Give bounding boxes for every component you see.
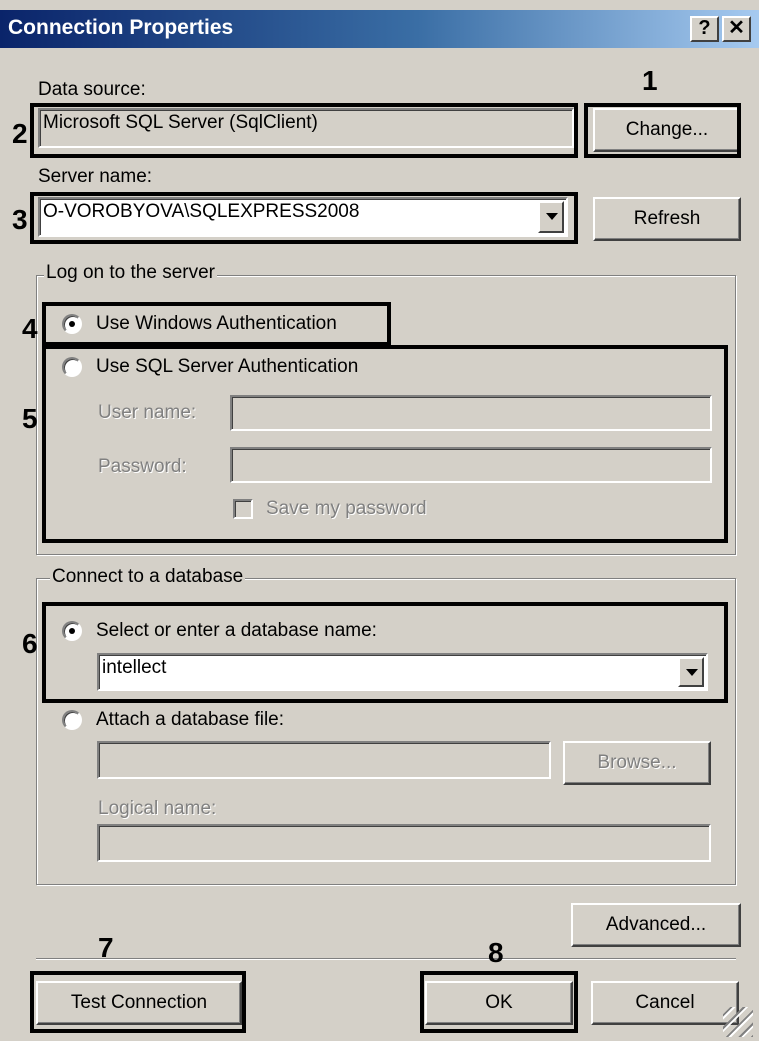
- help-icon[interactable]: ?: [690, 16, 719, 42]
- attach-db-label[interactable]: Attach a database file:: [96, 709, 284, 731]
- close-icon[interactable]: ✕: [722, 16, 751, 42]
- highlight-box-7: [30, 971, 246, 1033]
- cancel-button[interactable]: Cancel: [591, 981, 739, 1025]
- database-legend: Connect to a database: [50, 566, 246, 588]
- footer-separator: [36, 958, 736, 960]
- attach-db-radio[interactable]: [62, 710, 82, 730]
- annotation-number-3: 3: [12, 204, 28, 235]
- server-name-label: Server name:: [38, 166, 153, 187]
- logical-name-label: Logical name:: [98, 798, 217, 819]
- window-title: Connection Properties: [8, 16, 234, 39]
- highlight-box-5: [42, 345, 728, 543]
- highlight-box-1: [584, 103, 741, 158]
- annotation-number-1: 1: [642, 65, 658, 96]
- data-source-label: Data source:: [38, 79, 146, 100]
- highlight-box-2: [30, 103, 578, 158]
- highlight-box-8: [420, 971, 578, 1033]
- annotation-number-7: 7: [98, 932, 114, 963]
- refresh-button[interactable]: Refresh: [593, 197, 741, 241]
- highlight-box-3: [30, 192, 578, 244]
- annotation-number-2: 2: [12, 118, 28, 149]
- annotation-number-5: 5: [22, 403, 38, 434]
- title-bar: Connection Properties ? ✕: [0, 10, 759, 48]
- attach-file-field: [97, 741, 551, 779]
- highlight-box-4: [42, 302, 391, 346]
- annotation-number-8: 8: [488, 937, 504, 968]
- logon-legend: Log on to the server: [44, 262, 217, 284]
- resize-grip-icon[interactable]: [723, 1007, 753, 1037]
- browse-button: Browse...: [563, 741, 711, 785]
- logical-name-field: [97, 824, 711, 862]
- highlight-box-6: [42, 602, 728, 703]
- annotation-number-4: 4: [22, 313, 38, 344]
- advanced-button[interactable]: Advanced...: [571, 903, 741, 947]
- annotation-number-6: 6: [22, 628, 38, 659]
